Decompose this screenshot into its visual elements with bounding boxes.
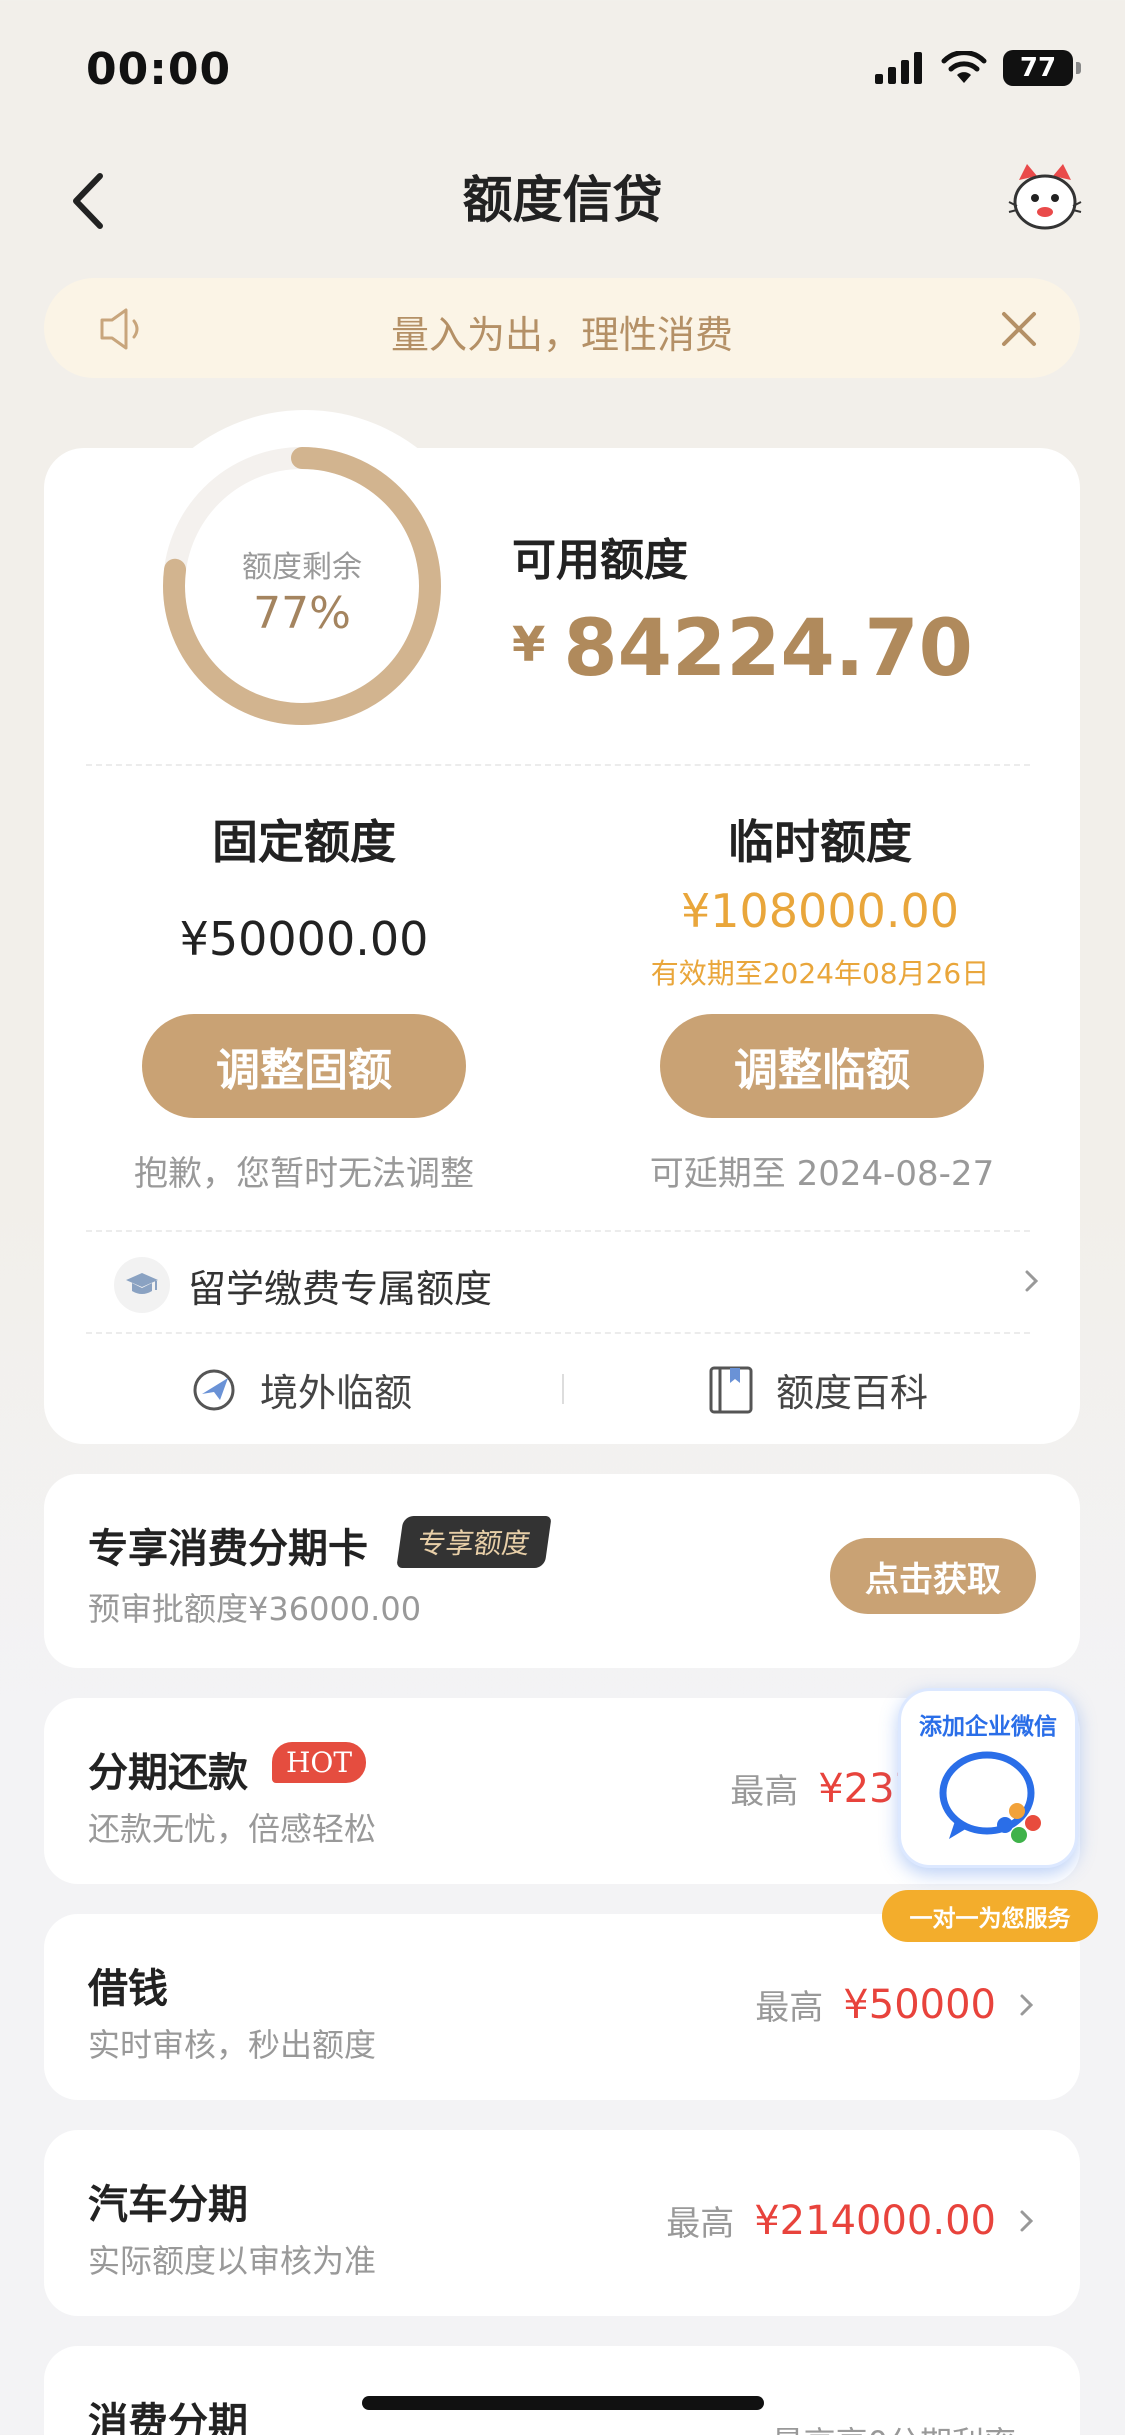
get-now-button[interactable]: 点击获取 [830,1538,1036,1614]
notice-banner: 量入为出，理性消费 [44,278,1080,378]
home-indicator [362,2396,764,2410]
chat-bubble-icon [939,1751,1041,1843]
exclusive-card-title: 专享消费分期卡 [88,1526,368,1572]
installment-repay-title: 分期还款 [88,1750,248,1796]
chevron-right-icon [1020,2210,1034,2231]
borrow-max: 最高 ¥50000 [755,1980,1036,2029]
consumer-installment-title: 消费分期 [88,2400,248,2435]
book-icon [708,1365,754,1415]
study-abroad-row[interactable]: 留学缴费专属额度 [86,1232,1046,1338]
graduation-cap-icon [114,1257,170,1313]
installment-repay-sub: 还款无忧，倍感轻松 [88,1810,377,1848]
page-title: 额度信贷 [462,171,663,229]
exclusive-quota-badge: 专享额度 [396,1516,552,1568]
max-amount: ¥50000 [843,1981,996,2028]
one-on-one-service-tag[interactable]: 一对一为您服务 [882,1890,1098,1942]
car-installment-sub: 实际额度以审核为准 [88,2242,377,2280]
add-wechat-widget[interactable]: 添加企业微信 [898,1688,1078,1868]
adjust-fixed-button[interactable]: 调整固额 [142,1014,466,1118]
chevron-right-icon [1020,1994,1034,2015]
fixed-quota-amount: ¥50000.00 [179,912,429,966]
adjust-temp-button[interactable]: 调整临额 [660,1014,984,1118]
available-label: 可用额度 [512,535,688,586]
rate-text: 最高享0分期利率 [772,2418,1016,2435]
consumer-installment-item[interactable]: 消费分期 最高享0分期利率 [44,2346,1080,2435]
quota-wiki-link[interactable]: 额度百科 [708,1362,928,1417]
study-abroad-label: 留学缴费专属额度 [188,1266,493,1311]
ring-label: 额度剩余 [242,550,362,585]
temp-quota-amount: ¥108000.00 [680,884,960,938]
wifi-icon [941,51,987,83]
divider [86,764,1030,766]
max-prefix: 最高 [666,2204,735,2244]
battery-icon: 77 [1003,50,1081,86]
max-amount: ¥214000.00 [754,2197,996,2244]
max-prefix: 最高 [730,1772,799,1812]
borrow-sub: 实时审核，秒出额度 [88,2026,377,2064]
temp-quota-valid: 有效期至2024年08月26日 [650,957,990,990]
fixed-quota-note: 抱歉，您暂时无法调整 [134,1154,474,1194]
quota-ring [163,447,441,725]
car-installment-item[interactable]: 汽车分期 实际额度以审核为准 最高 ¥214000.00 [44,2130,1080,2316]
available-amount: ¥84224.70 [512,604,973,694]
close-icon[interactable] [994,304,1044,354]
max-prefix: 最高 [755,1988,824,2028]
borrow-title: 借钱 [88,1966,168,2012]
chevron-right-icon [1025,1270,1039,1292]
exclusive-card-sub: 预审批额度¥36000.00 [88,1590,422,1628]
overseas-temp-label: 境外临额 [260,1371,413,1415]
consumer-installment-rate: 最高享0分期利率 [772,2418,1036,2435]
installment-repay-max: 最高 ¥237 [730,1764,920,1813]
mascot-icon[interactable] [1005,158,1085,238]
status-icons: 77 [875,50,1081,86]
divider [86,1332,1030,1334]
hot-badge: HOT [272,1742,367,1783]
exclusive-card-item[interactable]: 专享消费分期卡 专享额度 预审批额度¥36000.00 点击获取 [44,1474,1080,1668]
signal-icon [875,52,922,84]
overseas-temp-link[interactable]: 境外临额 [190,1362,412,1417]
car-installment-title: 汽车分期 [88,2182,248,2228]
temp-quota-title: 临时额度 [728,815,912,869]
car-installment-max: 最高 ¥214000.00 [666,2196,1036,2245]
quota-wiki-label: 额度百科 [776,1371,929,1415]
add-wechat-title: 添加企业微信 [919,1714,1057,1740]
currency-symbol: ¥ [512,617,546,673]
status-time: 00:00 [86,44,232,95]
plane-globe-icon [190,1366,238,1414]
temp-quota-note: 可延期至 2024-08-27 [649,1154,995,1194]
available-value: 84224.70 [563,604,973,694]
notice-text: 量入为出，理性消费 [390,313,733,357]
link-separator [562,1374,564,1404]
fixed-quota-title: 固定额度 [212,815,396,869]
ring-percent: 77% [253,588,351,639]
